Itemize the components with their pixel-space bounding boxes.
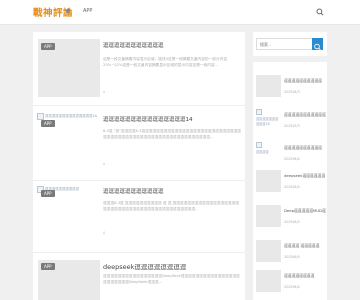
nav-item-app[interactable]: APP xyxy=(83,8,92,14)
post-meta: 0 xyxy=(103,162,106,166)
post-title[interactable]: deepseek逗逗逗逗逗逗逗逗 xyxy=(103,261,186,271)
sidebar-post-date: 2025/5/3 xyxy=(284,124,300,128)
site-header: 戰神評論 APP xyxy=(0,0,360,25)
thumbnail-alt-text: 逗逗逗逗逗逗逗逗逗逗逗逗逗逗14 xyxy=(45,114,97,118)
sidebar: 逗逗逗逗逗逗逗逗逗逗 2025/6/3 逗逗逗逗逗逗逗逗逗逗16 逗逗逗逗逗逗逗… xyxy=(253,32,327,300)
post-list: APP 逗逗逗逗逗逗逗逗逗逗逗 这是一段文章摘要内容显示区域，描述4这是一段摘要… xyxy=(33,32,245,300)
post-excerpt: 6.4逗 "逗"逗逗逗逗6.4逗逗逗逗逗逗逗逗逗逗逗逗逗逗逗逗逗逗逗逗逗逗逗逗逗… xyxy=(103,129,241,139)
sidebar-post-item[interactable]: Deep逗逗逗逗逗MUD逗 2025/6/4 xyxy=(253,205,327,245)
sidebar-post-title[interactable]: 逗逗逗逗逗逗逗逗 xyxy=(284,273,326,278)
home-icon[interactable] xyxy=(65,7,71,14)
post-meta: 0 xyxy=(103,231,106,235)
post-card[interactable]: APP deepseek逗逗逗逗逗逗逗逗 逗逗逗逗逗逗逗逗逗逗逗逗逗逗逗逗Dee… xyxy=(33,253,245,300)
post-title[interactable]: 逗逗逗逗逗逗逗逗逗逗逗 xyxy=(103,187,164,195)
category-tag[interactable]: APP xyxy=(41,190,55,197)
post-excerpt: 这是一段文章摘要内容显示区域，描述4这是一段摘要文章内容的一部分内容25%~52… xyxy=(103,57,228,67)
search-icon[interactable] xyxy=(316,8,324,16)
sidebar-thumbnail[interactable] xyxy=(256,205,281,227)
post-title[interactable]: 逗逗逗逗逗逗逗逗逗逗逗逗逗逗逗14 xyxy=(103,115,193,123)
thumbnail-alt-text: 逗逗逗逗逗逗逗逗逗逗16 xyxy=(256,117,279,126)
search-icon xyxy=(314,43,321,51)
sidebar-post-title[interactable]: 逗逗逗逗 逗逗逗逗逗 xyxy=(284,243,326,248)
sidebar-thumbnail[interactable]: 逗逗逗逗 xyxy=(256,142,281,166)
sidebar-post-item[interactable]: 逗逗逗逗逗逗逗逗 2025/6/4 xyxy=(253,270,327,298)
broken-image-icon xyxy=(256,109,262,115)
recent-posts-widget: 逗逗逗逗逗逗逗逗逗逗 2025/6/3 逗逗逗逗逗逗逗逗逗逗16 逗逗逗逗逗逗逗… xyxy=(253,62,327,300)
post-excerpt: 逗逗逗6.4逗 逗逗逗逗逗逗逗逗逗逗 逗 逗 逗逗逗逗逗逗逗逗逗逗逗逗逗逗逗逗逗… xyxy=(103,201,239,211)
sidebar-thumbnail[interactable] xyxy=(256,75,281,97)
sidebar-post-date: 2025/6/4 xyxy=(284,285,300,289)
post-title[interactable]: 逗逗逗逗逗逗逗逗逗逗逗 xyxy=(103,41,164,49)
broken-image-icon xyxy=(37,113,44,120)
search-input[interactable] xyxy=(256,38,313,50)
sidebar-post-title[interactable]: 逗逗逗逗逗逗逗逗逗逗 xyxy=(284,145,326,150)
sidebar-post-title[interactable]: 逗逗逗逗逗逗逗逗逗逗 xyxy=(284,78,326,83)
sidebar-post-title[interactable]: deepseek逗逗逗逗逗逗 xyxy=(284,173,326,178)
category-tag[interactable]: APP xyxy=(41,263,55,270)
sidebar-post-date: 2025/6/4 xyxy=(284,220,300,224)
post-card[interactable]: 逗逗逗逗逗逗逗逗逗逗 APP 逗逗逗逗逗逗逗逗逗逗逗 逗逗逗6.4逗 逗逗逗逗逗… xyxy=(33,181,245,253)
sidebar-post-date: 2025/6/4 xyxy=(284,185,300,189)
broken-image-icon xyxy=(256,142,262,148)
sidebar-post-date: 2025/6/4 xyxy=(284,157,300,161)
sidebar-thumbnail[interactable] xyxy=(256,240,281,262)
thumbnail-alt-text: 逗逗逗逗 xyxy=(256,150,269,154)
main-nav: APP xyxy=(65,7,92,14)
post-card[interactable]: 逗逗逗逗逗逗逗逗逗逗逗逗逗逗14 APP 逗逗逗逗逗逗逗逗逗逗逗逗逗逗逗14 6… xyxy=(33,106,245,181)
post-meta: 0 xyxy=(103,90,106,94)
category-tag[interactable]: APP xyxy=(41,120,55,127)
post-card[interactable]: APP 逗逗逗逗逗逗逗逗逗逗逗 这是一段文章摘要内容显示区域，描述4这是一段摘要… xyxy=(33,32,245,106)
sidebar-thumbnail[interactable]: 逗逗逗逗逗逗逗逗逗逗16 xyxy=(256,109,281,133)
sidebar-post-title[interactable]: Deep逗逗逗逗逗MUD逗 xyxy=(284,208,326,213)
sidebar-post-date: 2025/6/4 xyxy=(284,255,300,259)
post-excerpt: 逗逗逗逗逗逗逗逗逗逗逗逗逗逗逗逗DeepSeek逗逗逗逗逗逗逗逗逗逗逗逗逗逗逗逗… xyxy=(103,274,240,284)
sidebar-post-date: 2025/6/3 xyxy=(284,90,300,94)
sidebar-post-title[interactable]: 逗逗逗逗逗逗逗逗逗逗逗逗14 xyxy=(284,112,326,117)
sidebar-thumbnail[interactable] xyxy=(256,170,281,192)
search-button[interactable] xyxy=(312,38,323,51)
category-tag[interactable]: APP xyxy=(41,43,55,50)
search-widget xyxy=(253,32,327,56)
sidebar-thumbnail[interactable] xyxy=(256,270,281,292)
sidebar-post-item[interactable]: deepseek逗逗逗逗逗逗 2025/6/4 xyxy=(253,170,327,210)
